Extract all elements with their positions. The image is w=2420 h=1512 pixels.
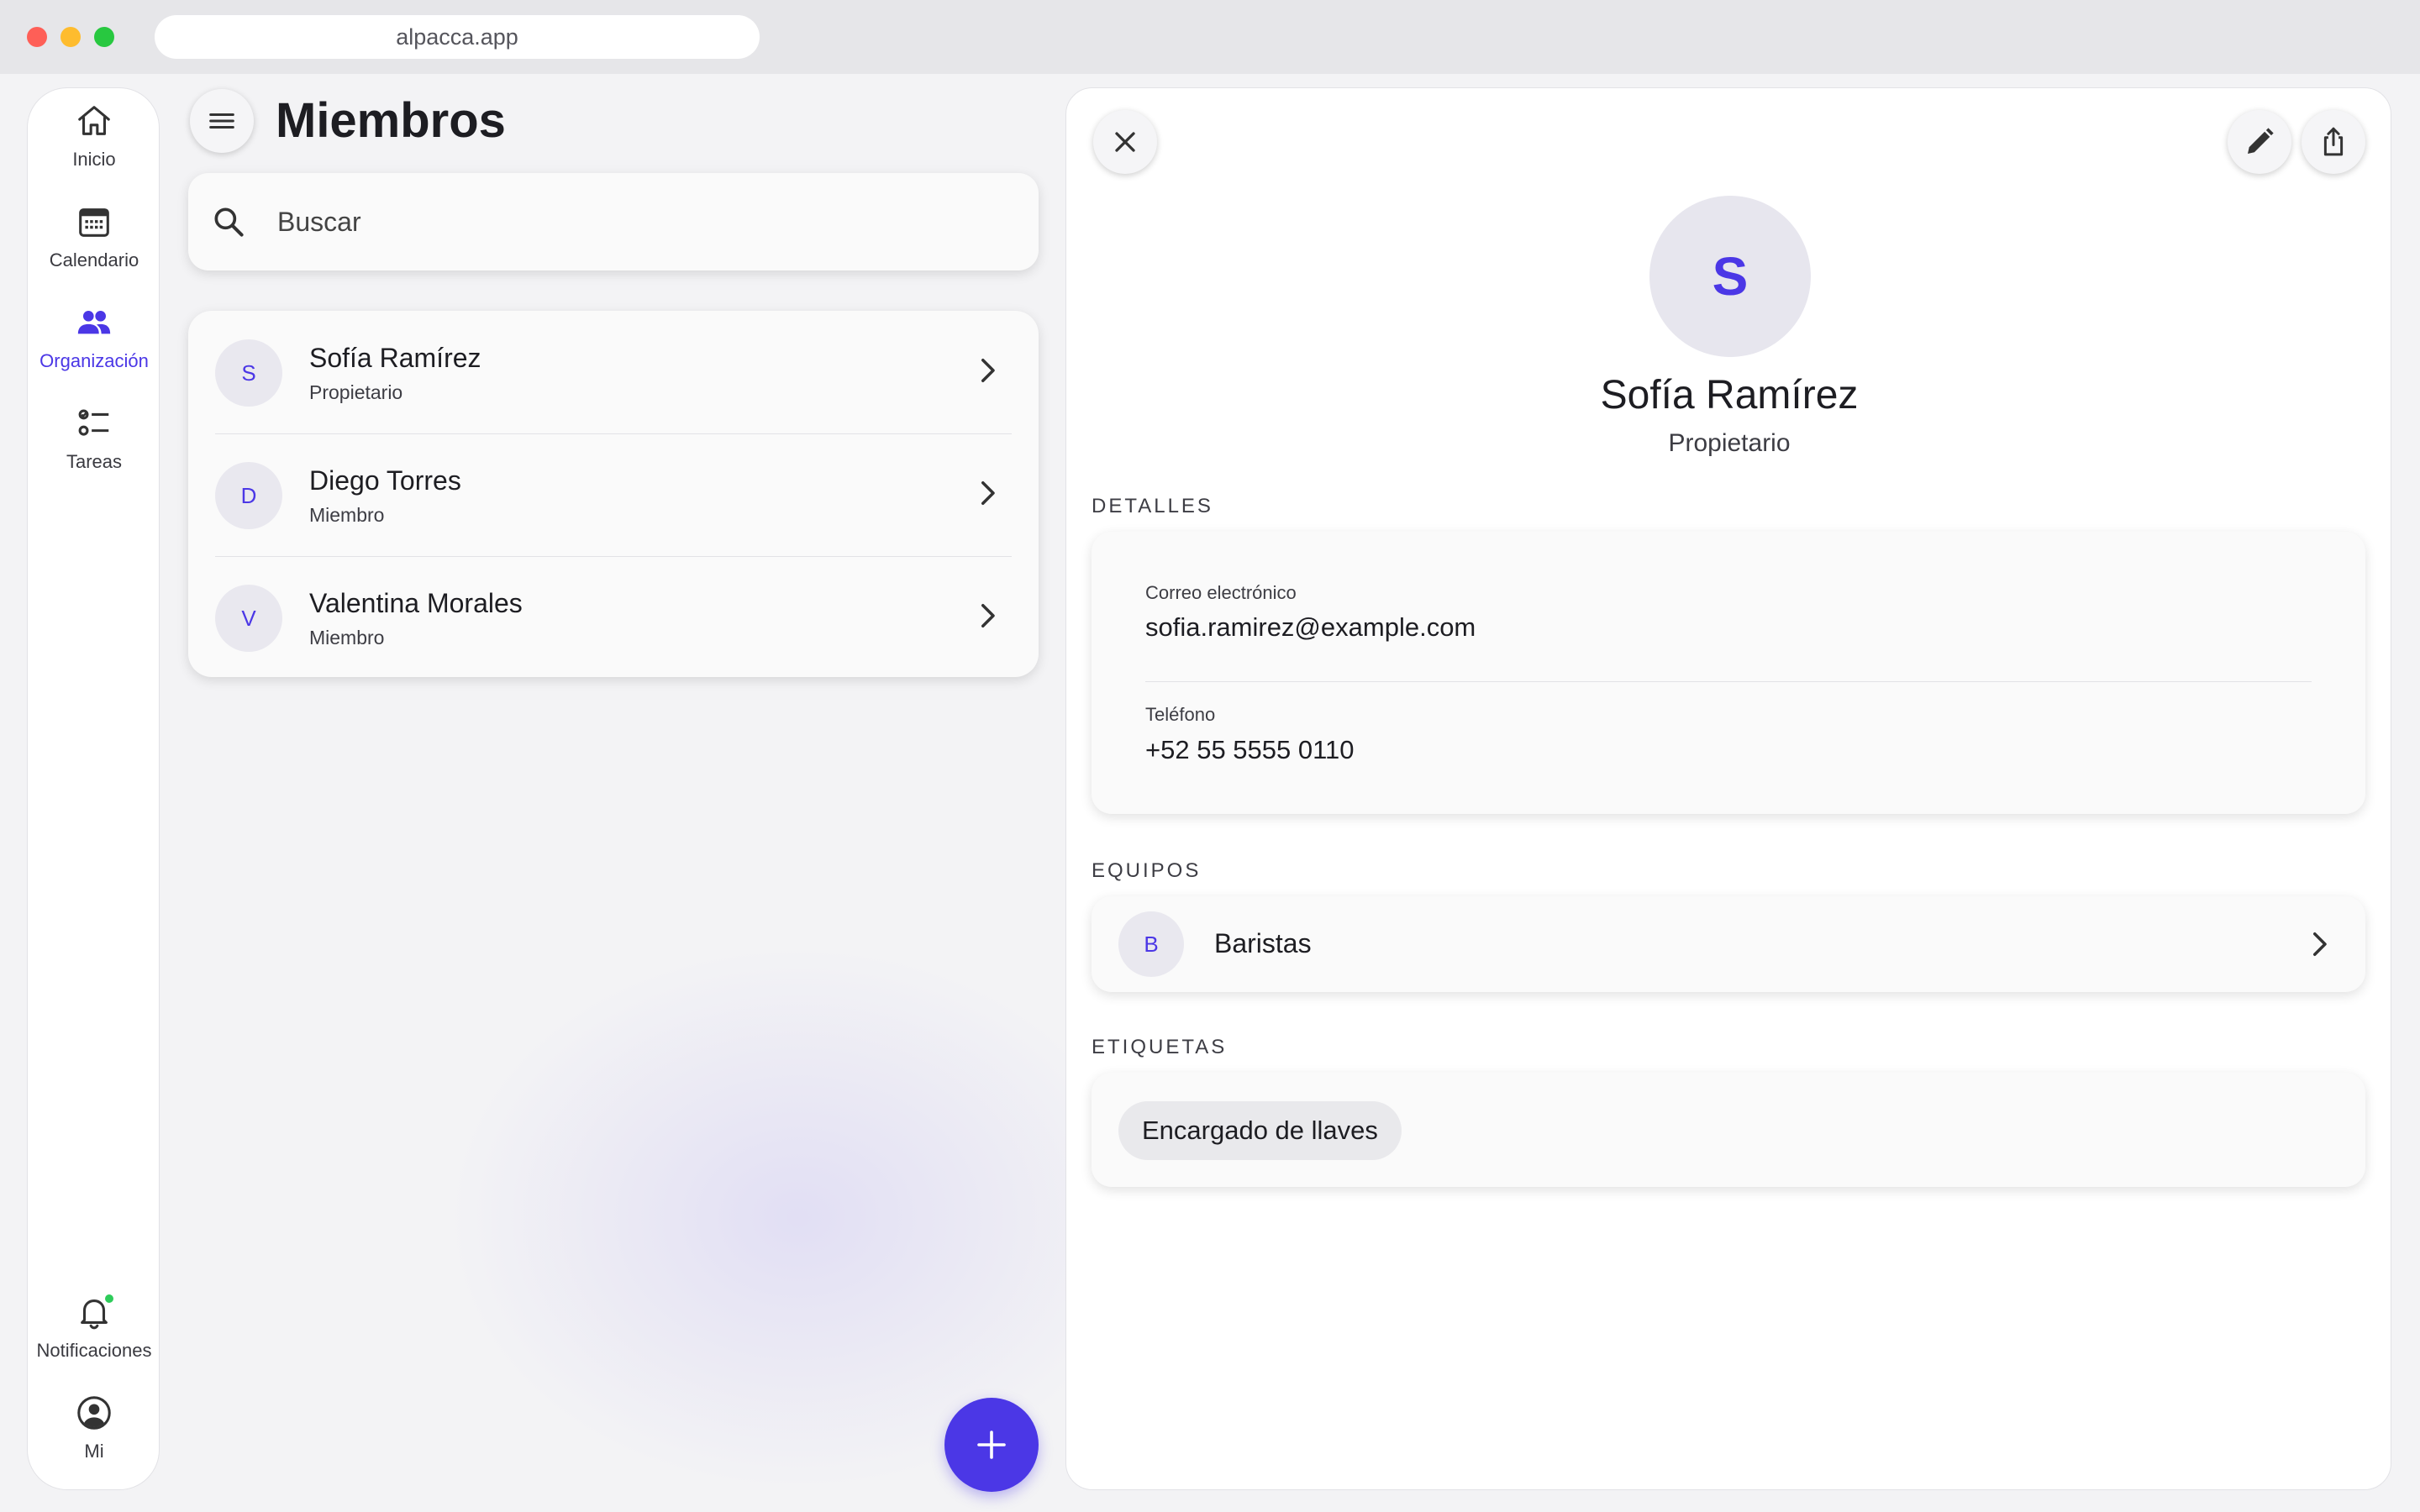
sidebar-item-label: Inicio xyxy=(72,149,116,170)
sidebar-item-label: Organización xyxy=(39,350,149,371)
member-row[interactable]: S Sofía Ramírez Propietario xyxy=(188,311,1039,433)
sidebar-item-tareas[interactable]: Tareas xyxy=(28,404,160,496)
member-avatar: S xyxy=(1649,196,1811,357)
sidebar-item-mi[interactable]: Mi xyxy=(28,1394,160,1486)
close-icon xyxy=(1115,132,1135,152)
sidebar-item-calendario[interactable]: Calendario xyxy=(28,202,160,295)
avatar: D xyxy=(215,462,282,529)
member-role-label: Propietario xyxy=(1668,429,1791,457)
chevron-right-icon xyxy=(981,604,995,627)
member-role: Miembro xyxy=(309,504,385,526)
email-value[interactable]: sofia.ramirez@example.com xyxy=(1145,612,1476,643)
team-avatar: B xyxy=(1118,911,1184,977)
sidebar-item-inicio[interactable]: Inicio xyxy=(28,102,160,194)
search-bar[interactable] xyxy=(188,173,1039,270)
sidebar-item-label: Notificaciones xyxy=(36,1340,152,1361)
member-row[interactable]: V Valentina Morales Miembro xyxy=(188,556,1039,679)
tag-chip[interactable]: Encargado de llaves xyxy=(1118,1101,1402,1160)
share-icon xyxy=(2323,127,2344,156)
edit-button[interactable] xyxy=(2228,110,2291,174)
menu-button[interactable] xyxy=(190,89,254,153)
details-card: Correo electrónico sofia.ramirez@example… xyxy=(1092,532,2365,814)
chevron-right-icon xyxy=(981,481,995,505)
maximize-window-button[interactable] xyxy=(94,27,114,47)
teams-section-label: EQUIPOS xyxy=(1092,859,1202,882)
sidebar: Inicio Calendario Organización Tareas No… xyxy=(27,87,160,1490)
member-role: Propietario xyxy=(309,381,403,403)
phone-value[interactable]: +52 55 5555 0110 xyxy=(1145,735,1355,765)
email-label: Correo electrónico xyxy=(1145,582,1297,603)
field-divider xyxy=(1145,681,2312,682)
hamburger-icon xyxy=(209,113,234,129)
member-role: Miembro xyxy=(309,627,385,648)
pencil-icon xyxy=(2248,128,2274,154)
sidebar-item-organizacion[interactable]: Organización xyxy=(28,303,160,396)
member-row[interactable]: D Diego Torres Miembro xyxy=(188,433,1039,556)
share-button[interactable] xyxy=(2302,110,2365,174)
team-row-baristas[interactable]: B Baristas xyxy=(1092,896,2365,992)
minimize-window-button[interactable] xyxy=(60,27,81,47)
account-circle-icon xyxy=(77,1396,111,1430)
calendar-icon xyxy=(79,208,109,237)
sidebar-item-label: Tareas xyxy=(66,451,123,472)
search-icon xyxy=(214,207,244,237)
plus-icon xyxy=(977,1431,1006,1459)
tasks-icon xyxy=(78,409,109,436)
close-window-button[interactable] xyxy=(27,27,47,47)
page-title: Miembros xyxy=(276,93,506,148)
team-name: Baristas xyxy=(1214,928,1312,958)
sidebar-item-label: Mi xyxy=(84,1441,104,1462)
member-list: S Sofía Ramírez Propietario D Diego Torr… xyxy=(188,311,1039,677)
avatar: V xyxy=(215,585,282,652)
tags-card: Encargado de llaves xyxy=(1092,1073,2365,1187)
sidebar-item-label: Calendario xyxy=(49,249,139,270)
tags-section-label: ETIQUETAS xyxy=(1092,1036,1228,1058)
member-name-heading: Sofía Ramírez xyxy=(1600,373,1859,417)
chevron-right-icon xyxy=(981,359,995,382)
avatar: S xyxy=(215,339,282,407)
member-detail-panel: S Sofía Ramírez Propietario DETALLES Cor… xyxy=(1065,87,2391,1490)
member-name: Sofía Ramírez xyxy=(309,343,481,373)
phone-label: Teléfono xyxy=(1145,704,1216,725)
chevron-right-icon xyxy=(2313,932,2327,956)
background-glow xyxy=(420,924,1176,1512)
add-member-button[interactable] xyxy=(944,1398,1039,1492)
search-input[interactable] xyxy=(277,206,950,238)
home-icon xyxy=(78,106,110,135)
people-icon xyxy=(77,311,111,334)
member-name: Diego Torres xyxy=(309,465,461,496)
sidebar-item-notificaciones[interactable]: Notificaciones xyxy=(28,1293,160,1385)
window-titlebar: alpacca.app xyxy=(0,0,2420,74)
member-name: Valentina Morales xyxy=(309,588,523,618)
close-detail-button[interactable] xyxy=(1093,110,1157,174)
unread-indicator xyxy=(103,1293,115,1305)
details-section-label: DETALLES xyxy=(1092,495,1213,517)
address-bar[interactable]: alpacca.app xyxy=(155,15,760,59)
